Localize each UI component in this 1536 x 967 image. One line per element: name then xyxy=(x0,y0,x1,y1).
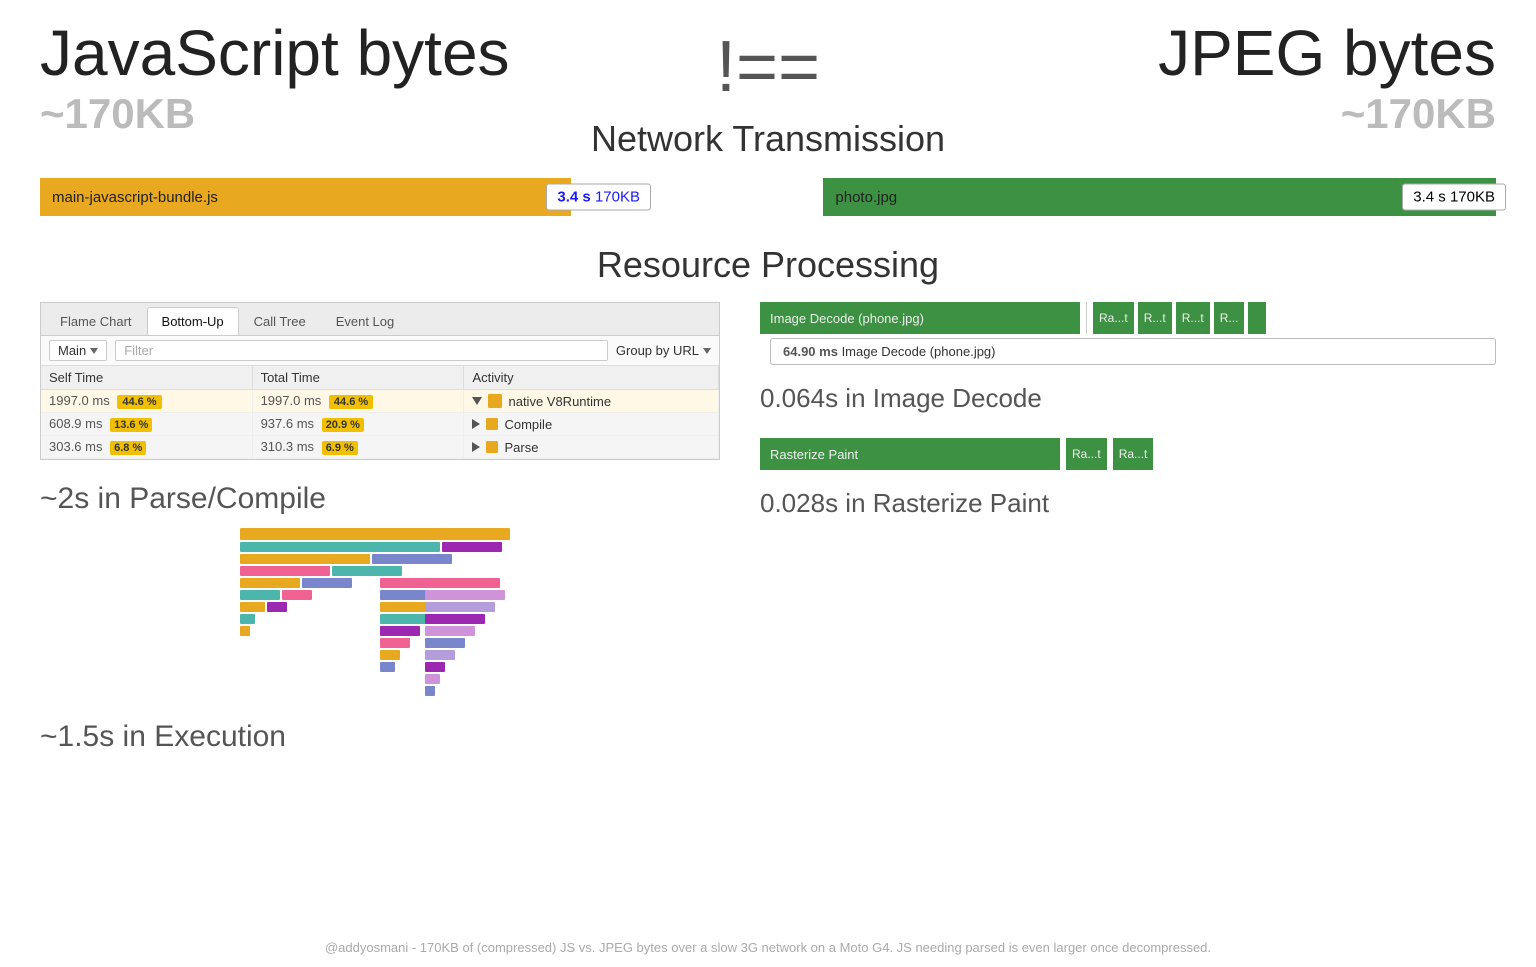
left-panel: Flame Chart Bottom-Up Call Tree Event Lo… xyxy=(40,302,720,766)
main-content: Flame Chart Bottom-Up Call Tree Event Lo… xyxy=(40,302,1496,766)
devtools-panel: Flame Chart Bottom-Up Call Tree Event Lo… xyxy=(40,302,720,460)
filter-input[interactable]: Filter xyxy=(115,340,608,361)
js-size: ~170KB xyxy=(40,90,551,138)
total-time-1: 1997.0 ms 44.6 % xyxy=(252,390,464,413)
table-row: 1997.0 ms 44.6 % 1997.0 ms 44.6 % native xyxy=(41,390,719,413)
rasterize-label: Rasterize Paint xyxy=(770,447,858,462)
expand-icon[interactable] xyxy=(472,442,480,452)
rast-bar-1: Ra...t xyxy=(1066,438,1107,470)
js-net-size: 170KB xyxy=(595,189,640,206)
right-panel: Image Decode (phone.jpg) Ra...t R...t R.… xyxy=(760,302,1496,766)
devtools-tabs: Flame Chart Bottom-Up Call Tree Event Lo… xyxy=(41,303,719,336)
main-selector[interactable]: Main xyxy=(49,340,107,361)
folder-icon xyxy=(486,418,498,430)
js-bar-container: main-javascript-bundle.js 3.4 s 170KB xyxy=(40,178,748,216)
activity-2: Compile xyxy=(464,413,719,436)
jpeg-title: JPEG bytes xyxy=(985,18,1496,88)
self-time-2: 608.9 ms 13.6 % xyxy=(41,413,252,436)
jpeg-header: JPEG bytes ~170KB xyxy=(985,18,1496,138)
col-activity: Activity xyxy=(464,366,719,390)
tooltip-label: Image Decode (phone.jpg) xyxy=(842,344,996,359)
rasterize-desc: 0.028s in Rasterize Paint xyxy=(760,488,1496,519)
activity-name: Parse xyxy=(504,440,538,455)
image-decode-main-bar: Image Decode (phone.jpg) xyxy=(760,302,1080,334)
tab-call-tree[interactable]: Call Tree xyxy=(239,307,321,335)
flame-chart-svg xyxy=(240,528,520,698)
total-time-3: 310.3 ms 6.9 % xyxy=(252,436,464,459)
jpg-time: 3.4 s xyxy=(1413,189,1446,206)
rasterize-bars: Rasterize Paint Ra...t Ra...t xyxy=(760,438,1496,470)
tooltip-container: 64.90 ms Image Decode (phone.jpg) xyxy=(770,338,1496,365)
js-time: 3.4 s xyxy=(557,189,590,206)
bottom-up-table: Self Time Total Time Activity 1997.0 ms … xyxy=(41,366,719,459)
jpg-bar: photo.jpg 3.4 s 170KB xyxy=(823,178,1496,216)
js-filename: main-javascript-bundle.js xyxy=(52,189,218,206)
rast-bar-2: Ra...t xyxy=(1113,438,1154,470)
header-section: JavaScript bytes ~170KB !== Network Tran… xyxy=(0,0,1536,160)
activity-1: native V8Runtime xyxy=(464,390,719,413)
image-decode-section: Image Decode (phone.jpg) Ra...t R...t R.… xyxy=(760,302,1496,365)
jpg-net-size: 170KB xyxy=(1450,189,1495,206)
group-label: Group by URL xyxy=(616,343,699,358)
main-label: Main xyxy=(58,343,86,358)
execution-label: ~1.5s in Execution xyxy=(40,720,720,754)
parse-compile-label: ~2s in Parse/Compile xyxy=(40,482,720,516)
js-tooltip: 3.4 s 170KB xyxy=(546,184,651,211)
js-title: JavaScript bytes xyxy=(40,18,551,88)
tab-flame-chart[interactable]: Flame Chart xyxy=(45,307,147,335)
r-bar-4 xyxy=(1248,302,1266,334)
folder-icon xyxy=(486,441,498,453)
r-bar-2: R...t xyxy=(1176,302,1210,334)
main-chevron-icon xyxy=(90,348,98,354)
activity-name: native V8Runtime xyxy=(508,394,611,409)
group-chevron-icon xyxy=(703,348,711,354)
footer-text: @addyosmani - 170KB of (compressed) JS v… xyxy=(0,940,1536,955)
tooltip-ms: 64.90 ms xyxy=(783,344,838,359)
network-label: Network Transmission xyxy=(591,118,945,160)
image-decode-label: Image Decode (phone.jpg) xyxy=(770,311,924,326)
self-time-3: 303.6 ms 6.8 % xyxy=(41,436,252,459)
js-bar: main-javascript-bundle.js 3.4 s 170KB xyxy=(40,178,571,216)
comparison-center: !== Network Transmission xyxy=(551,18,985,160)
jpg-filename: photo.jpg xyxy=(835,189,897,206)
decode-tooltip: 64.90 ms Image Decode (phone.jpg) xyxy=(770,338,1496,365)
rasterize-section: Rasterize Paint Ra...t Ra...t xyxy=(760,438,1496,470)
folder-icon xyxy=(488,394,502,408)
expand-icon[interactable] xyxy=(472,397,482,405)
self-time-1: 1997.0 ms 44.6 % xyxy=(41,390,252,413)
expand-icon[interactable] xyxy=(472,419,480,429)
ra-bar-1: Ra...t xyxy=(1093,302,1134,334)
not-equal-sign: !== xyxy=(591,26,945,108)
activity-3: Parse xyxy=(464,436,719,459)
network-section: main-javascript-bundle.js 3.4 s 170KB ph… xyxy=(40,178,1496,216)
tab-event-log[interactable]: Event Log xyxy=(321,307,410,335)
total-time-2: 937.6 ms 20.9 % xyxy=(252,413,464,436)
devtools-toolbar: Main Filter Group by URL xyxy=(41,336,719,366)
table-row: 608.9 ms 13.6 % 937.6 ms 20.9 % Compile xyxy=(41,413,719,436)
rasterize-main-bar: Rasterize Paint xyxy=(760,438,1060,470)
flame-chart-container xyxy=(40,528,720,698)
right-bars: Image Decode (phone.jpg) Ra...t R...t R.… xyxy=(760,302,1496,519)
col-self-time: Self Time xyxy=(41,366,252,390)
resource-label: Resource Processing xyxy=(0,244,1536,286)
jpg-bar-container: photo.jpg 3.4 s 170KB xyxy=(788,178,1496,216)
table-row: 303.6 ms 6.8 % 310.3 ms 6.9 % Parse xyxy=(41,436,719,459)
divider xyxy=(1086,302,1087,334)
col-total-time: Total Time xyxy=(252,366,464,390)
tab-bottom-up[interactable]: Bottom-Up xyxy=(147,307,239,335)
group-selector[interactable]: Group by URL xyxy=(616,343,711,358)
r-bar-3: R... xyxy=(1214,302,1245,334)
jpeg-size: ~170KB xyxy=(985,90,1496,138)
image-decode-desc: 0.064s in Image Decode xyxy=(760,383,1496,414)
js-header: JavaScript bytes ~170KB xyxy=(40,18,551,138)
image-decode-bars: Image Decode (phone.jpg) Ra...t R...t R.… xyxy=(760,302,1496,334)
activity-name: Compile xyxy=(504,417,552,432)
jpg-tooltip: 3.4 s 170KB xyxy=(1402,184,1506,211)
r-bar-1: R...t xyxy=(1138,302,1172,334)
